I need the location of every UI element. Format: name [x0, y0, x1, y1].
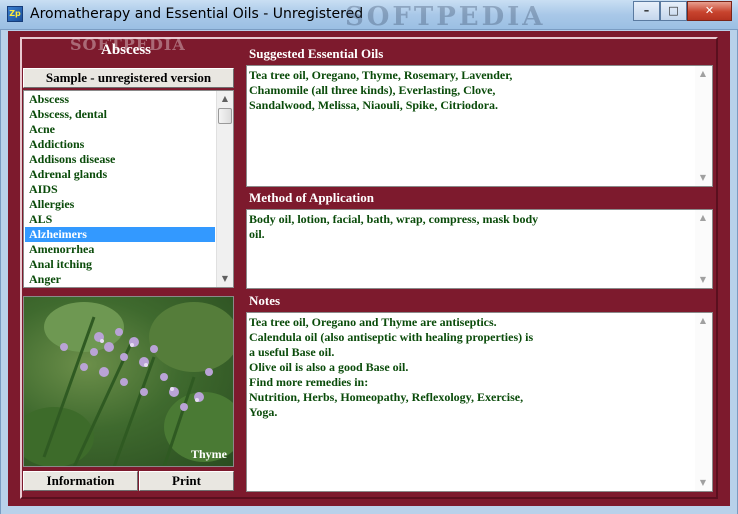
notes-label: Notes [249, 293, 281, 308]
list-scrollbar[interactable]: ▲ ▼ [216, 91, 233, 287]
app-icon: Zp [7, 6, 23, 22]
close-button[interactable]: ✕ [687, 1, 732, 21]
list-item[interactable]: Allergies [25, 197, 215, 212]
suggested-oils-label: Suggested Essential Oils [249, 46, 384, 61]
scroll-up-icon[interactable]: ▲ [695, 313, 711, 329]
scroll-thumb[interactable] [218, 108, 232, 124]
print-button[interactable]: Print [139, 471, 234, 491]
scroll-down-icon[interactable]: ▼ [695, 272, 711, 288]
suggested-oils-text: Tea tree oil, Oregano, Thyme, Rosemary, … [249, 68, 513, 112]
window-title: Aromatherapy and Essential Oils - Unregi… [30, 6, 364, 22]
scroll-up-icon[interactable]: ▲ [217, 91, 233, 107]
photo-caption: Thyme [191, 447, 227, 461]
notes-scrollbar[interactable]: ▲ ▼ [695, 313, 712, 491]
scroll-down-icon[interactable]: ▼ [695, 475, 711, 491]
ailment-list[interactable]: Abscess Abscess, dental Acne Addictions Addi… [23, 90, 234, 288]
ailment-list-items: Abscess Abscess, dental Acne Addictions Addi… [25, 92, 215, 287]
selected-ailment-heading: Abscess [101, 42, 152, 58]
method-textbox[interactable]: Body oil, lotion, facial, bath, wrap, co… [246, 209, 713, 289]
scroll-up-icon[interactable]: ▲ [695, 210, 711, 226]
notes-text: Tea tree oil, Oregano and Thyme are anti… [249, 315, 534, 419]
list-item[interactable]: Acne [25, 122, 215, 137]
list-item[interactable]: Alzheimers [25, 227, 215, 242]
list-item[interactable]: Anal itching [25, 257, 215, 272]
list-item[interactable]: Abscess [25, 92, 215, 107]
information-button[interactable]: Information [23, 471, 138, 491]
notes-textbox[interactable]: Tea tree oil, Oregano and Thyme are anti… [246, 312, 713, 492]
suggested-scrollbar[interactable]: ▲ ▼ [695, 66, 712, 186]
list-item[interactable]: Amenorrhea [25, 242, 215, 257]
maximize-button[interactable]: □ [660, 1, 687, 21]
list-item[interactable]: Anger [25, 272, 215, 287]
scroll-down-icon[interactable]: ▼ [217, 271, 233, 287]
list-item[interactable]: AIDS [25, 182, 215, 197]
minimize-button[interactable]: – [633, 1, 660, 21]
method-scrollbar[interactable]: ▲ ▼ [695, 210, 712, 288]
softpedia-watermark: SOFTPEDIA [345, 2, 546, 32]
list-item[interactable]: Addictions [25, 137, 215, 152]
scroll-up-icon[interactable]: ▲ [695, 66, 711, 82]
list-item[interactable]: Adrenal glands [25, 167, 215, 182]
scroll-down-icon[interactable]: ▼ [695, 170, 711, 186]
list-item[interactable]: Abscess, dental [25, 107, 215, 122]
main-panel: SOFTPEDIA Abscess Sample - unregistered … [8, 31, 730, 506]
method-label: Method of Application [249, 190, 374, 205]
list-item[interactable]: Addisons disease [25, 152, 215, 167]
title-bar[interactable]: Zp Aromatherapy and Essential Oils - Unr… [0, 0, 738, 32]
thyme-plant-image [24, 302, 233, 466]
suggested-oils-textbox[interactable]: Tea tree oil, Oregano, Thyme, Rosemary, … [246, 65, 713, 187]
sample-version-button[interactable]: Sample - unregistered version [23, 68, 234, 88]
method-text: Body oil, lotion, facial, bath, wrap, co… [249, 212, 539, 241]
list-item[interactable]: ALS [25, 212, 215, 227]
window-controls: – □ ✕ [633, 1, 732, 21]
herb-photo: Thyme [23, 296, 234, 467]
